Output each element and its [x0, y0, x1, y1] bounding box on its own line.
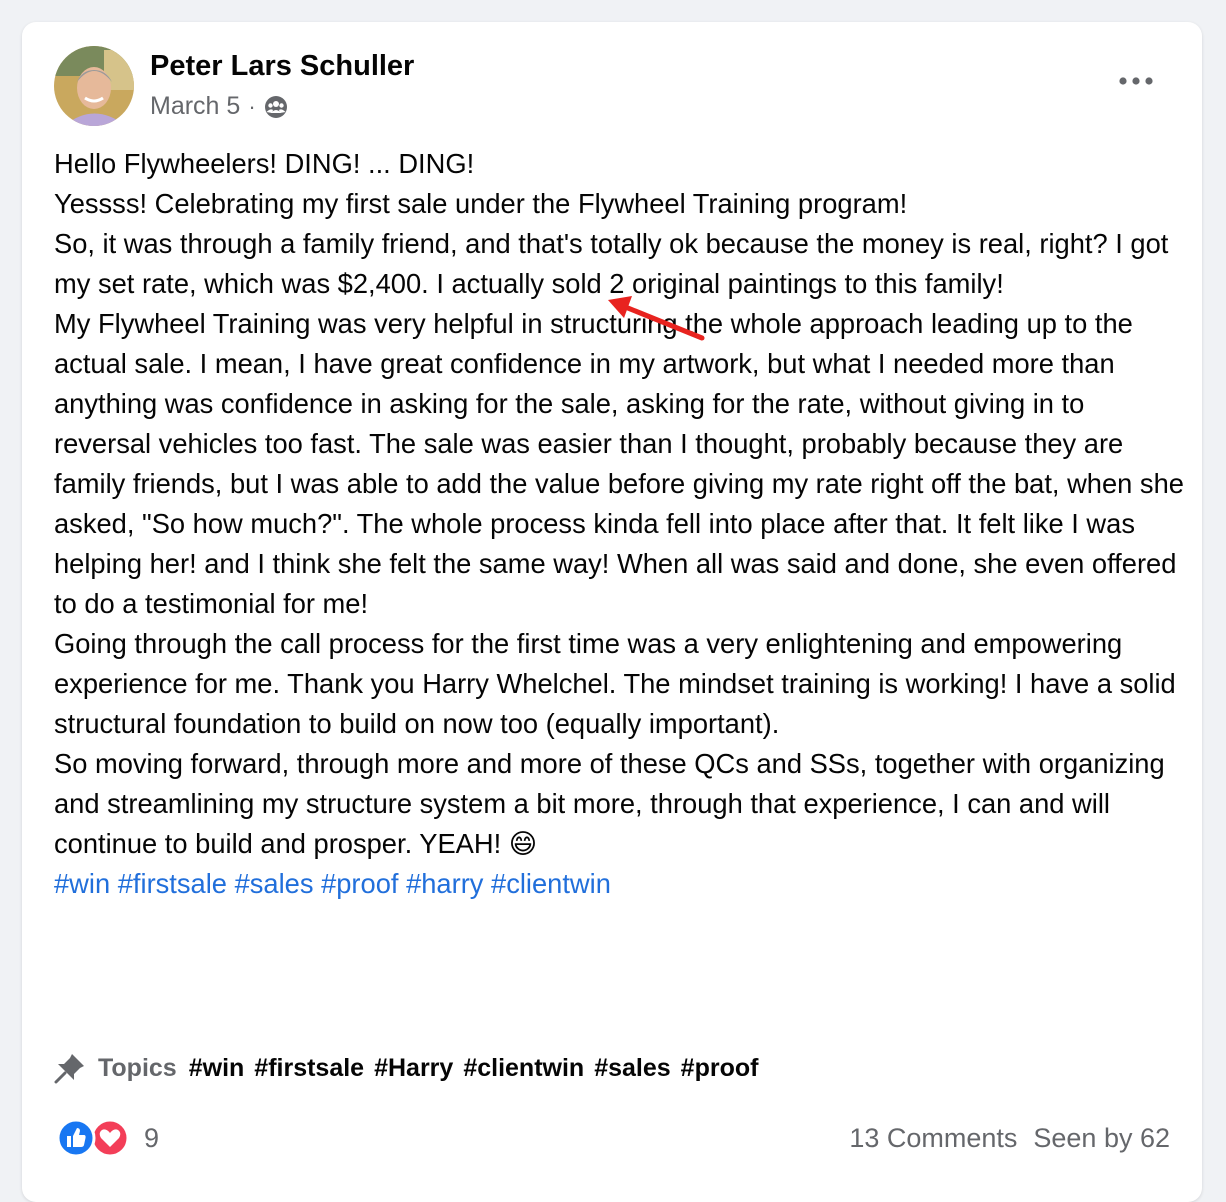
pin-icon	[54, 1054, 84, 1084]
post-footer: 9 13 Comments Seen by 62	[56, 1118, 1170, 1158]
more-options-button[interactable]	[1116, 66, 1156, 96]
like-icon	[56, 1118, 96, 1158]
comments-count[interactable]: 13 Comments	[849, 1123, 1017, 1154]
post-paragraph: Yessss! Celebrating my first sale under …	[54, 188, 908, 219]
hashtag-link[interactable]: #sales	[235, 868, 314, 899]
hashtag-link[interactable]: #win	[54, 868, 110, 899]
post-card: Peter Lars Schuller March 5 · Hello Flyw…	[22, 22, 1202, 1202]
post-paragraph: Hello Flywheelers! DING! ... DING!	[54, 148, 475, 179]
reaction-count: 9	[144, 1122, 160, 1153]
topics-label: Topics	[98, 1053, 177, 1082]
red-arrow-annotation	[608, 296, 705, 341]
love-icon	[90, 1118, 130, 1158]
reaction-icons	[56, 1118, 130, 1158]
topic-tag[interactable]: #win	[189, 1054, 245, 1083]
author-name[interactable]: Peter Lars Schuller	[150, 50, 414, 83]
hashtag-link[interactable]: #firstsale	[118, 868, 227, 899]
seen-by-count[interactable]: Seen by 62	[1033, 1123, 1170, 1154]
group-icon	[264, 95, 287, 118]
post-paragraph: Going through the call process for the f…	[54, 628, 1176, 739]
topic-tag[interactable]: #sales	[594, 1054, 670, 1083]
post-date[interactable]: March 5	[150, 92, 240, 121]
avatar-image	[54, 46, 134, 126]
post-paragraph: My Flywheel Training was very helpful in…	[54, 308, 1184, 619]
avatar[interactable]	[54, 46, 134, 126]
post-paragraph: So moving forward, through more and more…	[54, 748, 1165, 859]
topics-tags: #win #firstsale #Harry #clientwin #sales…	[189, 1054, 759, 1083]
post-meta: March 5 ·	[150, 92, 288, 121]
topic-tag[interactable]: #proof	[681, 1054, 759, 1083]
hashtag-link[interactable]: #proof	[321, 868, 398, 899]
topics-row: Topics #win #firstsale #Harry #clientwin…	[54, 1052, 758, 1084]
topic-tag[interactable]: #Harry	[374, 1054, 453, 1083]
topic-tag[interactable]: #firstsale	[254, 1054, 364, 1083]
post-body: Hello Flywheelers! DING! ... DING! Yesss…	[54, 144, 1184, 904]
hashtag-link[interactable]: #clientwin	[491, 868, 611, 899]
reactions-summary[interactable]: 9	[56, 1118, 159, 1158]
post-stats: 13 Comments Seen by 62	[849, 1123, 1170, 1154]
hashtag-list: #win #firstsale #sales #proof #harry #cl…	[54, 864, 1184, 904]
topic-tag[interactable]: #clientwin	[463, 1054, 584, 1083]
meta-separator: ·	[248, 93, 256, 119]
ellipsis-icon	[1119, 77, 1153, 85]
hashtag-link[interactable]: #harry	[406, 868, 483, 899]
